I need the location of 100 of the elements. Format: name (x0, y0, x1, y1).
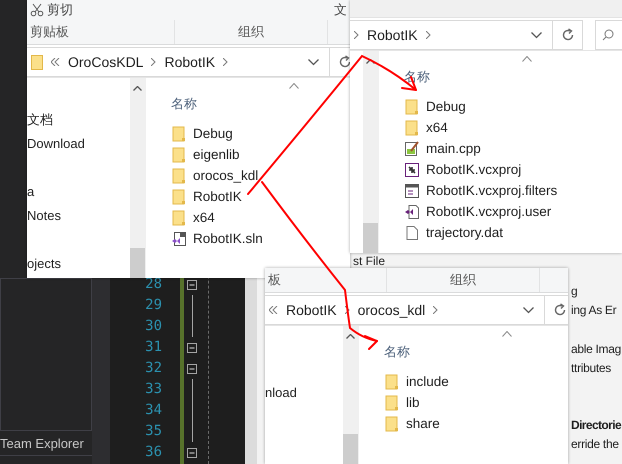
collapse-icon[interactable] (187, 448, 197, 458)
property-text: erride the (571, 436, 620, 453)
file-name[interactable]: main.cpp (426, 141, 481, 156)
scrollbar[interactable] (130, 78, 145, 278)
line-number: 35 (145, 422, 162, 441)
file-name[interactable]: x64 (193, 210, 215, 225)
refresh-icon (552, 303, 566, 317)
search-icon (602, 29, 614, 41)
folder-icon (171, 168, 187, 184)
file-name[interactable]: share (406, 416, 440, 431)
file-name[interactable]: orocos_kdl (193, 168, 258, 183)
scroll-up-icon[interactable] (346, 334, 355, 339)
refresh-icon (560, 28, 574, 42)
chevron-icon (51, 58, 60, 66)
line-number: 32 (145, 359, 162, 378)
file-name[interactable]: Debug (193, 126, 233, 141)
property-text: g (571, 283, 578, 300)
file-name[interactable]: include (406, 374, 449, 389)
nav-item[interactable]: a (27, 180, 130, 204)
chevron-icon (269, 306, 278, 314)
document-icon (404, 224, 420, 240)
file-name[interactable]: eigenlib (193, 147, 240, 162)
folder-icon (171, 188, 187, 204)
collapse-icon[interactable] (187, 342, 197, 352)
chevron-icon (354, 31, 359, 39)
file-name[interactable]: RobotIK.vcxproj.user (426, 204, 552, 219)
dropdown-caret-icon[interactable] (523, 306, 534, 314)
folder-icon (171, 146, 187, 162)
line-number: 29 (145, 296, 162, 315)
nav-item[interactable]: nload (265, 381, 343, 405)
team-explorer-tab[interactable]: Team Explorer (0, 433, 92, 455)
file-name[interactable]: RobotIK.vcxproj (426, 162, 522, 177)
breadcrumb-item[interactable]: RobotIK (164, 54, 216, 70)
chevron-icon (426, 31, 431, 39)
file-name[interactable]: RobotIK.sln (193, 231, 263, 246)
line-number: 30 (145, 317, 162, 336)
file-name[interactable]: RobotIK (193, 189, 242, 204)
column-header[interactable]: 名称 (384, 343, 410, 360)
scroll-thumb[interactable] (363, 223, 378, 253)
sort-caret-icon (502, 331, 512, 337)
ribbon-group-label: 组织 (450, 271, 476, 289)
file-name[interactable]: RobotIK.vcxproj.filters (426, 183, 558, 198)
folder-icon (31, 54, 43, 70)
address-bar[interactable]: RobotIK (350, 20, 553, 50)
filters-file-icon (404, 182, 420, 198)
line-number: 33 (145, 380, 162, 399)
line-number: 34 (145, 401, 162, 420)
user-file-icon (404, 204, 420, 220)
breadcrumb-item[interactable]: RobotIK (367, 27, 418, 43)
breadcrumb-item[interactable]: RobotIK (286, 302, 337, 318)
line-number: 31 (145, 338, 162, 357)
file-name[interactable]: Debug (426, 99, 466, 114)
file-name[interactable]: trajectory.dat (426, 225, 504, 240)
ribbon-label: 文 (334, 1, 347, 19)
scrollbar[interactable] (363, 51, 378, 253)
column-header[interactable]: 名称 (171, 95, 197, 112)
folder-icon (384, 416, 400, 432)
property-text: st File (353, 254, 386, 268)
address-bar[interactable]: RobotIK orocos_kdl (265, 295, 545, 325)
chevron-icon (223, 58, 228, 66)
column-header[interactable]: 名称 (404, 68, 430, 85)
file-name[interactable]: x64 (426, 120, 448, 135)
file-name[interactable]: lib (406, 395, 420, 410)
scroll-up-icon[interactable] (133, 86, 142, 91)
folder-icon (171, 210, 187, 226)
scrollbar[interactable] (343, 326, 358, 464)
folder-icon (384, 374, 400, 390)
cut-button[interactable]: 剪切 (30, 1, 73, 19)
property-text: ing As Er (571, 302, 616, 319)
folder-icon (404, 120, 420, 136)
scroll-thumb[interactable] (130, 248, 145, 278)
collapse-icon[interactable] (187, 280, 197, 290)
refresh-icon (338, 55, 350, 69)
chevron-icon (151, 58, 156, 66)
project-file-icon (404, 162, 420, 178)
line-number: 28 (145, 275, 162, 294)
nav-item[interactable]: Download (27, 132, 130, 156)
collapse-icon[interactable] (187, 364, 197, 374)
scissors-icon (30, 3, 44, 17)
property-text: ttributes (571, 360, 612, 377)
refresh-button[interactable] (553, 20, 583, 50)
sort-caret-icon (289, 83, 299, 89)
nav-item[interactable]: 文档 (27, 108, 130, 132)
refresh-button[interactable] (545, 295, 568, 325)
chevron-icon (344, 306, 350, 314)
line-number: 36 (145, 443, 162, 462)
solution-file-icon (171, 230, 187, 246)
property-heading: Directorie (571, 417, 622, 434)
dropdown-caret-icon[interactable] (308, 58, 319, 66)
dropdown-caret-icon[interactable] (531, 32, 542, 38)
chevron-icon (433, 306, 438, 314)
folder-icon (171, 126, 187, 142)
address-bar[interactable]: OroCosKDL RobotIK (27, 47, 330, 77)
breadcrumb-item[interactable]: OroCosKDL (68, 54, 144, 70)
ribbon-group-label: 剪贴板 (30, 23, 69, 41)
scroll-thumb[interactable] (343, 434, 358, 464)
nav-item[interactable]: Notes (27, 204, 130, 228)
breadcrumb-item[interactable]: orocos_kdl (358, 302, 426, 318)
scroll-up-icon[interactable] (366, 59, 375, 64)
nav-item[interactable]: ojects (27, 252, 130, 276)
